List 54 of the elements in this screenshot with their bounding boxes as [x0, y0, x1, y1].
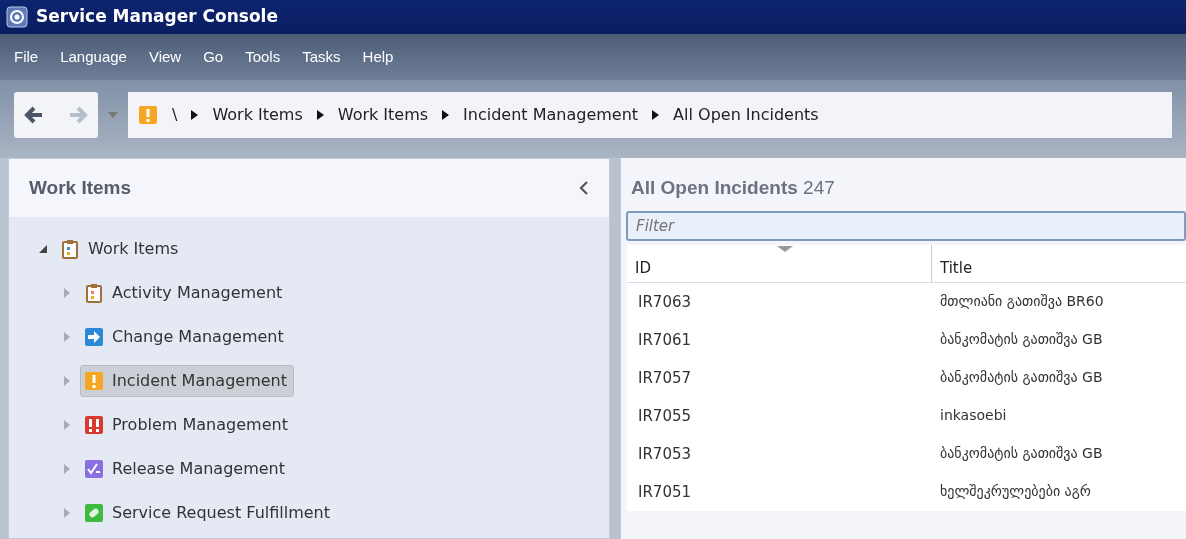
tree-item[interactable]: Incident Management	[80, 365, 294, 397]
breadcrumb-item[interactable]: Incident Management	[463, 103, 639, 127]
breadcrumb-item[interactable]: \	[172, 103, 178, 127]
tree-item[interactable]: Release Management	[80, 453, 292, 485]
table-cell-text: ბანკომატის გათიშვა GB	[939, 367, 1104, 387]
separator-arrow-icon[interactable]	[652, 110, 660, 120]
tree-item[interactable]: Service Request Fulfillment	[80, 497, 338, 529]
menu-item[interactable]: File	[14, 45, 39, 69]
tree-item[interactable]: Change Management	[80, 321, 291, 353]
separator-arrow-icon[interactable]	[316, 110, 324, 120]
table-cell-text: ბანკომატის გათიშვა GB	[939, 329, 1104, 349]
table-cell-text: ბანკომატის გათიშვა GB	[939, 443, 1104, 463]
menu-item[interactable]: Tools	[245, 45, 281, 69]
separator-arrow-icon[interactable]	[191, 110, 199, 120]
clipboard-icon	[60, 239, 80, 259]
view-title: All Open Incidents	[631, 177, 798, 198]
clipboard-icon	[84, 283, 104, 303]
checkmark-icon	[84, 459, 104, 479]
menu-item[interactable]: Tasks	[302, 45, 341, 69]
menu-item[interactable]: Language	[60, 45, 127, 69]
dropdown-caret-icon[interactable]	[108, 112, 118, 118]
tree-item[interactable]: Activity Management	[80, 277, 290, 309]
sort-icon	[777, 245, 793, 252]
column-header[interactable]: ID	[627, 244, 932, 282]
pane-title: Work Items	[29, 175, 132, 200]
breadcrumb-item[interactable]: Work Items	[212, 103, 303, 127]
table-cell-text: IR7055	[637, 405, 693, 427]
table-cell-text: მთლიანი გათიშვა BR60	[939, 291, 1105, 311]
item-count: 247	[803, 177, 835, 198]
table-cell-text: IR7063	[637, 291, 693, 313]
alert-icon	[138, 105, 158, 125]
table-cell-text: IR7051	[637, 481, 693, 503]
breadcrumb-item[interactable]: Work Items	[337, 103, 429, 127]
window-title: Service Manager Console	[36, 5, 278, 29]
menu-item[interactable]: View	[148, 45, 182, 69]
tree-item[interactable]: Work Items	[56, 233, 186, 265]
table-cell-text: inkasoebi	[939, 405, 1008, 425]
collapse-icon[interactable]	[579, 180, 589, 196]
menu-item[interactable]: Help	[362, 45, 394, 69]
table-cell-text: IR7061	[637, 329, 693, 351]
tag-icon	[84, 503, 104, 523]
expander-icon[interactable]	[39, 244, 48, 254]
table-cell-text: ხელშეკრულებები აგრ	[939, 481, 1092, 501]
filter-field[interactable]: Filter	[626, 210, 1186, 241]
exclamation-icon	[84, 371, 104, 391]
table-cell-text: IR7053	[637, 443, 693, 465]
tree-item[interactable]: Problem Management	[80, 409, 295, 441]
app-icon	[6, 6, 28, 28]
separator-arrow-icon[interactable]	[442, 110, 450, 120]
table-cell-text: IR7057	[637, 367, 693, 389]
column-header[interactable]: Title	[932, 244, 1186, 282]
menu-item[interactable]: Go	[203, 45, 224, 69]
double-exclamation-icon	[84, 415, 104, 435]
breadcrumb-item[interactable]: All Open Incidents	[673, 103, 819, 127]
